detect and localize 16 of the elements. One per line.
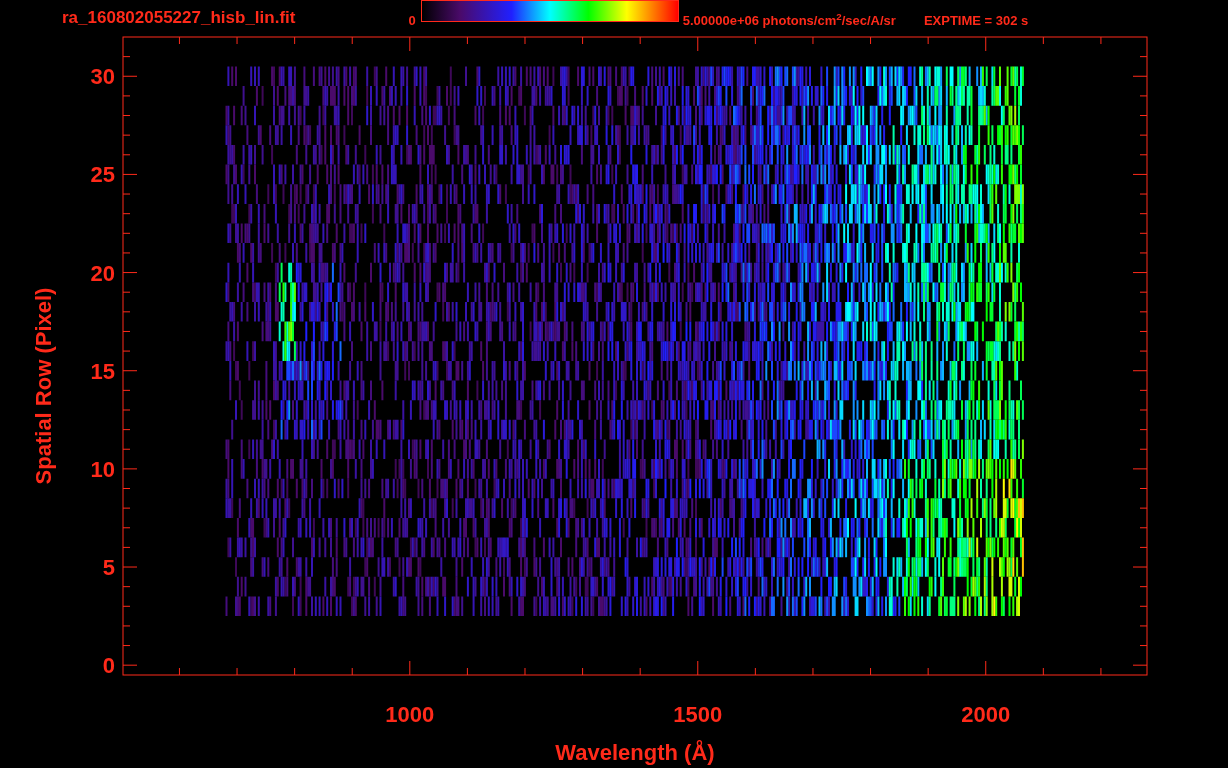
y-axis-label: Spatial Row (Pixel): [31, 287, 56, 485]
x-tick-label: 1500: [673, 702, 723, 727]
y-tick-label: 10: [90, 456, 115, 482]
y-tick-label: 30: [90, 64, 115, 90]
y-tick-label: 5: [102, 555, 115, 581]
y-tick-label: 15: [90, 358, 115, 384]
x-tick-label: 1000: [385, 702, 435, 727]
x-tick-label: 2000: [961, 702, 1011, 727]
colorbar-min-label: 0: [408, 11, 416, 30]
colorbar-max-label: 5.00000e+06 photons/cm$^{2}$/sec/A/sr: [682, 10, 896, 30]
y-tick-label: 0: [102, 653, 115, 679]
x-axis-label: Wavelength (Å): [555, 740, 715, 765]
y-tick-label: 25: [90, 162, 115, 188]
exposure-time: EXPTIME = 302 s: [923, 11, 1029, 30]
y-tick-label: 20: [90, 260, 115, 286]
file-title: ra_160802055227_hisb_lin.fit: [62, 6, 296, 29]
